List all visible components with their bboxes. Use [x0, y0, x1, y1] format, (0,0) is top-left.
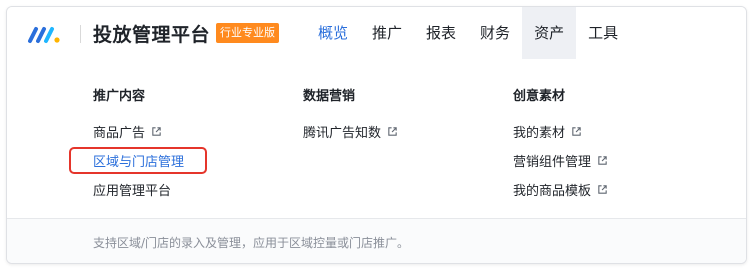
menu-footer: 支持区域/门店的录入及管理，应用于区域控量或门店推广。 [7, 218, 746, 263]
top-navigation-bar: 投放管理平台 行业专业版 概览 推广 报表 财务 资产 工具 [7, 7, 746, 59]
menu-item-my-materials[interactable]: 我的素材 [513, 122, 582, 141]
menu-column-title: 创意素材 [513, 89, 566, 104]
footer-description: 支持区域/门店的录入及管理，应用于区域控量或门店推广。 [93, 236, 410, 250]
menu-item-label: 腾讯广告知数 [303, 126, 382, 141]
nav-assets[interactable]: 资产 [522, 7, 577, 59]
menu-item-marketing-components[interactable]: 营销组件管理 [513, 151, 608, 170]
menu-item-label: 我的商品模板 [513, 184, 592, 199]
asset-menu-panel: 投放管理平台 行业专业版 概览 推广 报表 财务 资产 工具 推广内容 商品广告… [6, 6, 747, 264]
menu-item-label: 应用管理平台 [93, 184, 172, 199]
main-nav: 概览 推广 报表 财务 资产 工具 [306, 7, 630, 59]
nav-promotion[interactable]: 推广 [360, 7, 414, 59]
nav-overview[interactable]: 概览 [306, 7, 360, 59]
nav-reports[interactable]: 报表 [414, 7, 468, 59]
menu-item-label: 我的素材 [513, 126, 566, 141]
menu-item-label: 商品广告 [93, 126, 146, 141]
app-title: 投放管理平台 [93, 24, 211, 46]
external-link-icon [598, 156, 607, 165]
menu-item-app-management-platform[interactable]: 应用管理平台 [93, 180, 171, 199]
menu-column-promotion-content: 推广内容 [93, 85, 146, 104]
menu-column-data-marketing: 数据营销 [303, 85, 356, 104]
menu-column-title: 数据营销 [303, 89, 356, 104]
external-link-icon [598, 185, 607, 194]
external-link-icon [572, 127, 581, 136]
highlight-annotation-box [69, 147, 207, 174]
menu-column-title: 推广内容 [93, 89, 146, 104]
external-link-icon [388, 127, 397, 136]
edition-badge: 行业专业版 [216, 23, 279, 43]
menu-item-label: 营销组件管理 [513, 155, 592, 170]
brand-logo-icon[interactable] [27, 23, 63, 45]
external-link-icon [152, 127, 161, 136]
header-divider [80, 25, 81, 43]
menu-item-my-product-templates[interactable]: 我的商品模板 [513, 180, 608, 199]
menu-item-tencent-ads-zhishu[interactable]: 腾讯广告知数 [303, 122, 398, 141]
menu-column-creative-materials: 创意素材 [513, 85, 566, 104]
menu-item-product-ads[interactable]: 商品广告 [93, 122, 162, 141]
nav-tools[interactable]: 工具 [576, 7, 630, 59]
nav-finance[interactable]: 财务 [468, 7, 522, 59]
